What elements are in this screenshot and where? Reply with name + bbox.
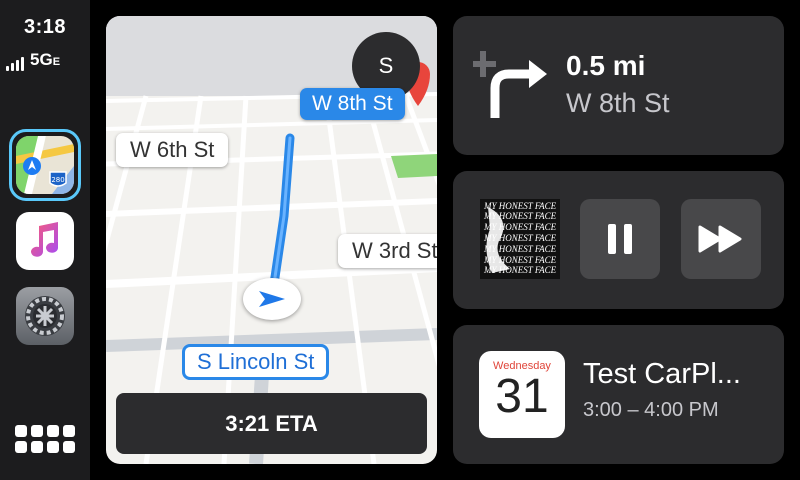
maps-app-button[interactable]: 280 xyxy=(16,136,74,194)
event-time: 3:00 – 4:00 PM xyxy=(583,399,719,421)
album-graphic xyxy=(486,207,510,273)
street-label-w3: W 3rd St xyxy=(338,234,437,268)
street-label-w6: W 6th St xyxy=(116,133,229,167)
current-location-puck xyxy=(243,278,301,320)
settings-app-button[interactable] xyxy=(16,287,74,345)
music-app-button[interactable] xyxy=(16,212,74,270)
destination-label-w8: W 8th St xyxy=(300,88,405,120)
pause-icon xyxy=(608,224,632,254)
signal-strength-icon xyxy=(6,57,24,71)
navigation-arrow-icon xyxy=(259,291,285,307)
maps-icon: 280 xyxy=(16,136,74,194)
fast-forward-icon xyxy=(698,225,742,253)
turn-right-icon xyxy=(473,51,547,118)
svg-text:280: 280 xyxy=(51,176,64,184)
sidebar: 3:18 5GE 280 xyxy=(0,0,90,480)
turn-street: W 8th St xyxy=(566,88,670,118)
fast-forward-button[interactable] xyxy=(681,199,761,279)
next-turn-card[interactable]: 0.5 mi W 8th St xyxy=(453,16,784,155)
status-time: 3:18 xyxy=(23,16,67,38)
app-grid-icon[interactable] xyxy=(15,425,75,455)
album-art[interactable]: MY HONEST FACE MY HONEST FACE MY HONEST … xyxy=(480,199,560,279)
settings-icon xyxy=(25,296,65,336)
now-playing-card: MY HONEST FACE MY HONEST FACE MY HONEST … xyxy=(453,171,784,309)
eta-button[interactable]: 3:21 ETA xyxy=(116,393,427,454)
turn-distance: 0.5 mi xyxy=(566,50,646,81)
pause-button[interactable] xyxy=(580,199,660,279)
calendar-icon: Wednesday 31 xyxy=(479,351,565,438)
current-street-label: S Lincoln St xyxy=(182,344,330,380)
music-icon xyxy=(31,222,58,257)
calendar-date: 31 xyxy=(495,370,549,423)
status-bar: 5GE xyxy=(6,51,90,71)
network-type: 5GE xyxy=(30,50,61,69)
calendar-card[interactable]: Wednesday 31 Test CarPl... 3:00 – 4:00 P… xyxy=(453,325,784,464)
event-title: Test CarPl... xyxy=(583,358,741,390)
